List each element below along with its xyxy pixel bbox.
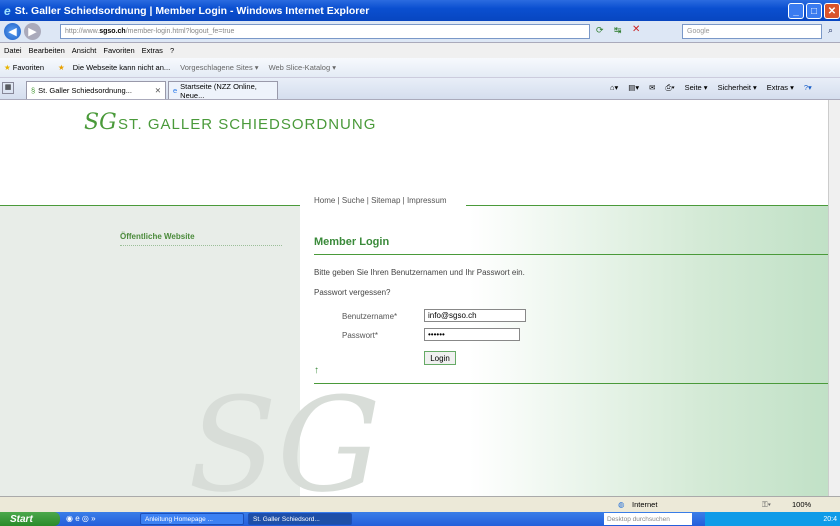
zoom-level[interactable]: 100% — [792, 500, 811, 509]
menu-favoriten[interactable]: Favoriten — [103, 46, 134, 55]
sidebar-divider — [120, 245, 282, 246]
menu-datei[interactable]: Datei — [4, 46, 22, 55]
tab-nzz[interactable]: e Startseite (NZZ Online, Neue... — [168, 81, 278, 100]
forgot-password-link[interactable]: Passwort vergessen? — [314, 288, 390, 297]
status-bar: ◍ Internet ⚿▾ 100% — [0, 496, 840, 512]
sg-favicon: § — [31, 86, 36, 95]
favorites-bar: ★ Favoriten ★ Die Webseite kann nicht an… — [0, 58, 840, 78]
cmd-sicherheit[interactable]: Sicherheit ▾ — [718, 83, 757, 93]
tab-sgso[interactable]: § St. Galler Schiedsordnung... ✕ — [26, 81, 166, 99]
globe-icon: ◍ — [618, 500, 625, 509]
header-divider-left — [0, 205, 300, 206]
page-viewport: SG ST. GALLER SCHIEDSORDNUNG Home | Such… — [0, 100, 840, 496]
title-underline — [314, 254, 840, 255]
minimize-button[interactable]: _ — [788, 3, 804, 19]
tab-bar: ▦ § St. Galler Schiedsordnung... ✕ e Sta… — [0, 78, 840, 100]
quicklaunch-icons[interactable]: ◉ e ◎ » — [66, 514, 96, 523]
maximize-button[interactable]: □ — [806, 3, 822, 19]
content-background — [0, 205, 840, 496]
feeds-icon[interactable]: ▤▾ — [628, 83, 639, 93]
login-button[interactable]: Login — [424, 351, 456, 365]
back-to-top-icon[interactable]: ↑ — [314, 365, 319, 376]
search-placeholder: Google — [687, 28, 710, 35]
fav-item-2[interactable]: Vorgeschlagene Sites ▾ — [180, 63, 258, 72]
compat-icon[interactable]: ↹ — [614, 25, 622, 36]
command-bar: ⌂▾ ▤▾ ✉ ⎙▾ Seite ▾ Sicherheit ▾ Extras ▾… — [610, 83, 812, 93]
search-icon[interactable]: ⌕ — [828, 25, 833, 36]
start-label: Start — [10, 513, 33, 525]
start-button[interactable]: Start — [0, 512, 60, 526]
menu-ansicht[interactable]: Ansicht — [72, 46, 97, 55]
star-icon: ★ — [4, 63, 11, 72]
address-input[interactable]: http://www. sgso.ch/member-login.html?log… — [60, 24, 590, 39]
sidebar-public-website-link[interactable]: Öffentliche Website — [120, 232, 195, 241]
close-button[interactable]: ✕ — [824, 3, 840, 19]
menu-bar: Datei Bearbeiten Ansicht Favoriten Extra… — [0, 43, 840, 58]
menu-extras[interactable]: Extras — [142, 46, 163, 55]
ie-icon: e — [4, 3, 11, 18]
stop-icon[interactable]: ✕ — [632, 24, 640, 35]
print-icon[interactable]: ⎙▾ — [665, 83, 674, 93]
tab-sgso-label: St. Galler Schiedsordnung... — [38, 86, 132, 95]
task-sgso-label: St. Galler Schiedsord... — [253, 515, 320, 523]
window-title: St. Galler Schiedsordnung | Member Login… — [14, 4, 370, 17]
url-prefix: http://www. — [65, 28, 100, 35]
tab-nzz-label: Startseite (NZZ Online, Neue... — [180, 81, 257, 100]
search-input[interactable]: Google — [682, 24, 822, 39]
header-divider-right — [466, 205, 840, 206]
mail-icon[interactable]: ✉ — [649, 83, 655, 93]
password-input[interactable]: •••••• — [424, 328, 520, 341]
fav-item-1[interactable]: Die Webseite kann nicht an... — [73, 63, 170, 72]
zone-label: Internet — [632, 500, 658, 509]
username-label: Benutzername* — [342, 312, 398, 321]
task-anleitung[interactable]: Anleitung Homepage ... — [140, 513, 244, 525]
password-label: Passwort* — [342, 331, 379, 340]
desktop-search-input[interactable]: Desktop durchsuchen — [604, 513, 692, 525]
content-divider — [314, 383, 840, 384]
menu-help[interactable]: ? — [170, 46, 174, 55]
task-sgso[interactable]: St. Galler Schiedsord... — [248, 513, 352, 525]
ie-favicon: e — [173, 86, 178, 95]
username-input[interactable]: info@sgso.ch — [424, 309, 526, 322]
taskbar: Start ◉ e ◎ » Anleitung Homepage ... St.… — [0, 512, 840, 526]
tab-close-icon[interactable]: ✕ — [155, 86, 161, 95]
back-button[interactable]: ◀ — [4, 23, 21, 40]
top-navigation[interactable]: Home | Suche | Sitemap | Impressum — [314, 196, 447, 205]
title-bar: e St. Galler Schiedsordnung | Member Log… — [0, 0, 840, 21]
refresh-icon[interactable]: ⟳ — [596, 25, 604, 36]
page-title: Member Login — [314, 236, 390, 248]
url-domain: sgso.ch — [99, 28, 126, 35]
system-tray: 20:4 — [705, 512, 840, 526]
home-icon[interactable]: ⌂▾ — [610, 83, 618, 93]
sg-logo-mark[interactable]: SG — [84, 110, 117, 135]
site-logo-text[interactable]: ST. GALLER SCHIEDSORDNUNG — [118, 116, 376, 133]
menu-bearbeiten[interactable]: Bearbeiten — [29, 46, 65, 55]
cmd-extras[interactable]: Extras ▾ — [767, 83, 794, 93]
forward-button[interactable]: ▶ — [24, 23, 41, 40]
sg-watermark: SG — [188, 369, 381, 496]
address-toolbar: ◀ ▶ http://www. sgso.ch/member-login.html… — [0, 21, 840, 43]
url-path: /member-login.html?logout_fe=true — [125, 28, 235, 35]
favorites-button[interactable]: Favoriten — [13, 63, 44, 72]
quick-tabs-icon[interactable]: ▦ — [2, 82, 14, 94]
login-instructions: Bitte geben Sie Ihren Benutzernamen und … — [314, 268, 525, 277]
task-anleitung-label: Anleitung Homepage ... — [145, 515, 213, 523]
cmd-seite[interactable]: Seite ▾ — [685, 83, 708, 93]
fav-item-3[interactable]: Web Slice-Katalog ▾ — [269, 63, 336, 72]
clock: 20:4 — [823, 515, 837, 523]
add-favorite-icon[interactable]: ★ — [58, 63, 65, 72]
vertical-scrollbar[interactable] — [828, 100, 840, 496]
help-icon[interactable]: ?▾ — [804, 83, 812, 93]
protected-mode-icon[interactable]: ⚿▾ — [762, 500, 771, 510]
